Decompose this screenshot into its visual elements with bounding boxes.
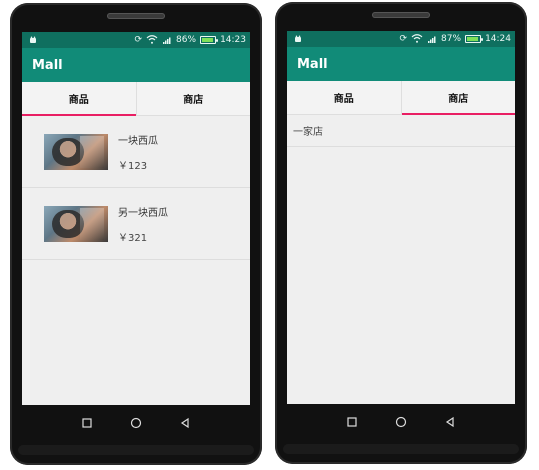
product-list: 一块西瓜 ￥123 另一块西瓜 ￥321 xyxy=(22,116,250,260)
android-icon xyxy=(291,34,305,44)
status-bar: ⟳ 86% 14:23 xyxy=(22,32,250,48)
tab-stores-label: 商店 xyxy=(183,95,204,106)
battery-icon xyxy=(200,36,219,44)
phone-left-screen: ⟳ 86% 14:23 Mall 商品 商店 一块西瓜 ￥123 另一块西瓜 ￥… xyxy=(22,32,250,405)
app-bar: Mall xyxy=(22,48,250,82)
tab-products[interactable]: 商品 xyxy=(22,82,136,116)
phone-bottom-bezel xyxy=(18,445,254,455)
product-price: ￥123 xyxy=(118,160,148,172)
app-title: Mall xyxy=(297,56,328,72)
signal-icon xyxy=(427,34,437,44)
list-item-product[interactable]: 一块西瓜 ￥123 xyxy=(22,116,250,188)
square-icon[interactable] xyxy=(79,415,95,431)
app-title: Mall xyxy=(32,57,63,73)
list-item-store[interactable]: 一家店 xyxy=(287,115,515,147)
product-name: 另一块西瓜 xyxy=(118,207,168,219)
battery-percent: 87% xyxy=(441,34,462,44)
square-icon[interactable] xyxy=(344,414,360,430)
product-info: 一块西瓜 ￥123 xyxy=(118,132,158,172)
product-name: 一块西瓜 xyxy=(118,135,158,147)
phone-bottom-bezel xyxy=(283,444,519,454)
speaker-grille xyxy=(107,13,165,19)
circle-icon[interactable] xyxy=(128,415,144,431)
triangle-icon[interactable] xyxy=(442,414,458,430)
phone-left: ⟳ 86% 14:23 Mall 商品 商店 一块西瓜 ￥123 另一块西瓜 ￥… xyxy=(10,3,262,465)
navigation-bar xyxy=(287,404,515,440)
store-name: 一家店 xyxy=(293,127,323,138)
tab-stores[interactable]: 商店 xyxy=(400,81,516,115)
sync-icon: ⟳ xyxy=(134,35,143,45)
store-list: 一家店 xyxy=(287,115,515,147)
triangle-icon[interactable] xyxy=(177,415,193,431)
status-right: ⟳ 86% 14:23 xyxy=(135,35,247,45)
product-thumbnail xyxy=(44,133,108,170)
circle-icon[interactable] xyxy=(393,414,409,430)
product-price: ￥321 xyxy=(118,232,148,244)
wifi-icon xyxy=(146,35,158,45)
phone-right: ⟳ 87% 14:24 Mall 商品 商店 一家店 xyxy=(275,2,527,464)
list-item-product[interactable]: 另一块西瓜 ￥321 xyxy=(22,188,250,260)
tab-products-label: 商品 xyxy=(333,94,354,105)
product-thumbnail xyxy=(44,205,108,242)
product-info: 另一块西瓜 ￥321 xyxy=(118,204,168,244)
signal-icon xyxy=(162,35,172,45)
tab-products-label: 商品 xyxy=(68,95,89,106)
navigation-bar xyxy=(22,405,250,441)
battery-percent: 86% xyxy=(176,35,197,45)
tab-products[interactable]: 商品 xyxy=(287,81,401,114)
status-time: 14:24 xyxy=(485,34,511,44)
sync-icon: ⟳ xyxy=(399,34,408,44)
status-time: 14:23 xyxy=(220,35,246,45)
tab-bar: 商品 商店 xyxy=(287,81,515,115)
status-right: ⟳ 87% 14:24 xyxy=(400,34,512,44)
android-icon xyxy=(26,35,40,45)
phone-right-screen: ⟳ 87% 14:24 Mall 商品 商店 一家店 xyxy=(287,31,515,404)
tab-stores[interactable]: 商店 xyxy=(135,82,251,115)
status-bar: ⟳ 87% 14:24 xyxy=(287,31,515,47)
speaker-grille xyxy=(372,12,430,18)
battery-icon xyxy=(465,35,484,43)
tab-stores-label: 商店 xyxy=(448,94,469,105)
app-bar: Mall xyxy=(287,47,515,81)
wifi-icon xyxy=(411,34,423,44)
tab-bar: 商品 商店 xyxy=(22,82,250,116)
